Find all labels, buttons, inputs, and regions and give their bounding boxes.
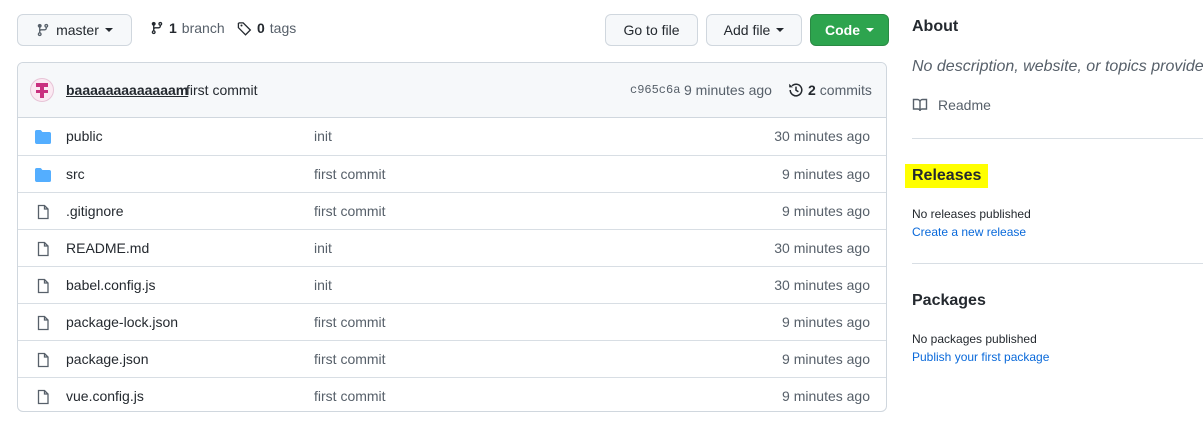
commits-word: commits [819,82,872,98]
history-icon [789,83,803,97]
branch-label: master [56,22,99,38]
packages-empty: No packages published [912,332,1037,346]
file-commit-message[interactable]: first commit [314,388,386,404]
file-age: 9 minutes ago [782,314,870,330]
file-commit-message[interactable]: init [314,240,332,256]
packages-title[interactable]: Packages [912,292,986,310]
branch-count: 1 [169,20,177,36]
add-file-label: Add file [723,22,771,38]
file-list: public init 30 minutes ago src first commit 9… [18,118,886,411]
file-commit-message[interactable]: first commit [314,166,386,182]
file-name[interactable]: README.md [66,240,149,256]
table-row[interactable]: vue.config.js first commit 9 minutes ago [18,377,886,411]
file-name[interactable]: babel.config.js [66,277,156,293]
file-browser: baaaaaaaaaaaaam first commit c965c6a 9 m… [17,62,887,412]
file-age: 30 minutes ago [774,277,870,293]
branch-word: branch [181,20,225,36]
latest-commit-bar: baaaaaaaaaaaaam first commit c965c6a 9 m… [18,63,886,118]
commit-message[interactable]: first commit [186,82,258,98]
tags-word: tags [269,20,297,36]
file-commit-message[interactable]: first commit [314,314,386,330]
commit-time: 9 minutes ago [684,82,772,98]
avatar[interactable] [30,78,54,102]
identicon-icon [36,83,48,98]
book-icon [912,98,928,112]
create-release-link[interactable]: Create a new release [912,225,1026,239]
releases-empty: No releases published [912,207,1031,221]
code-label: Code [825,22,860,38]
tags-link[interactable]: 0 tags [237,20,296,36]
commit-author[interactable]: baaaaaaaaaaaaam [66,82,188,98]
file-age: 9 minutes ago [782,351,870,367]
file-name[interactable]: .gitignore [66,203,124,219]
file-age: 9 minutes ago [782,203,870,219]
file-name[interactable]: package-lock.json [66,314,178,330]
file-age: 9 minutes ago [782,166,870,182]
file-icon [34,278,52,294]
git-branch-icon [37,23,49,37]
file-age: 30 minutes ago [774,240,870,256]
branch-select-button[interactable]: master [17,14,132,46]
commit-sha[interactable]: c965c6a [630,83,680,97]
releases-title[interactable]: Releases [905,164,989,188]
file-name[interactable]: public [66,128,103,144]
commits-count: 2 [808,82,816,98]
tags-count: 0 [257,20,265,36]
readme-label: Readme [938,97,991,113]
readme-link[interactable]: Readme [912,97,991,113]
about-title: About [912,18,959,35]
git-branch-icon [151,21,163,35]
divider [912,263,1203,264]
chevron-down-icon [866,28,874,32]
file-name[interactable]: package.json [66,351,149,367]
file-icon [34,204,52,220]
table-row[interactable]: src first commit 9 minutes ago [18,155,886,192]
folder-icon [34,167,52,183]
file-commit-message[interactable]: init [314,128,332,144]
table-row[interactable]: public init 30 minutes ago [18,118,886,155]
file-name[interactable]: src [66,166,85,182]
table-row[interactable]: package.json first commit 9 minutes ago [18,340,886,377]
about-description: No description, website, or topics provi… [912,58,1203,75]
tag-icon [237,21,252,36]
file-age: 9 minutes ago [782,388,870,404]
file-icon [34,241,52,257]
file-icon [34,352,52,368]
go-to-file-label: Go to file [623,22,680,38]
table-row[interactable]: .gitignore first commit 9 minutes ago [18,192,886,229]
add-file-button[interactable]: Add file [706,14,802,46]
commits-link[interactable]: 2 commits [788,82,872,98]
divider [912,138,1203,139]
table-row[interactable]: package-lock.json first commit 9 minutes a… [18,303,886,340]
file-icon [34,389,52,405]
file-commit-message[interactable]: first commit [314,203,386,219]
chevron-down-icon [776,28,785,32]
folder-icon [34,129,52,145]
file-icon [34,315,52,331]
table-row[interactable]: README.md init 30 minutes ago [18,229,886,266]
file-name[interactable]: vue.config.js [66,388,144,404]
publish-package-link[interactable]: Publish your first package [912,350,1049,364]
table-row[interactable]: babel.config.js init 30 minutes ago [18,266,886,303]
file-age: 30 minutes ago [774,128,870,144]
file-commit-message[interactable]: init [314,277,332,293]
file-commit-message[interactable]: first commit [314,351,386,367]
go-to-file-button[interactable]: Go to file [605,14,698,46]
chevron-down-icon [104,28,113,32]
branches-link[interactable]: 1 branch [150,20,225,36]
code-button[interactable]: Code [810,14,889,46]
